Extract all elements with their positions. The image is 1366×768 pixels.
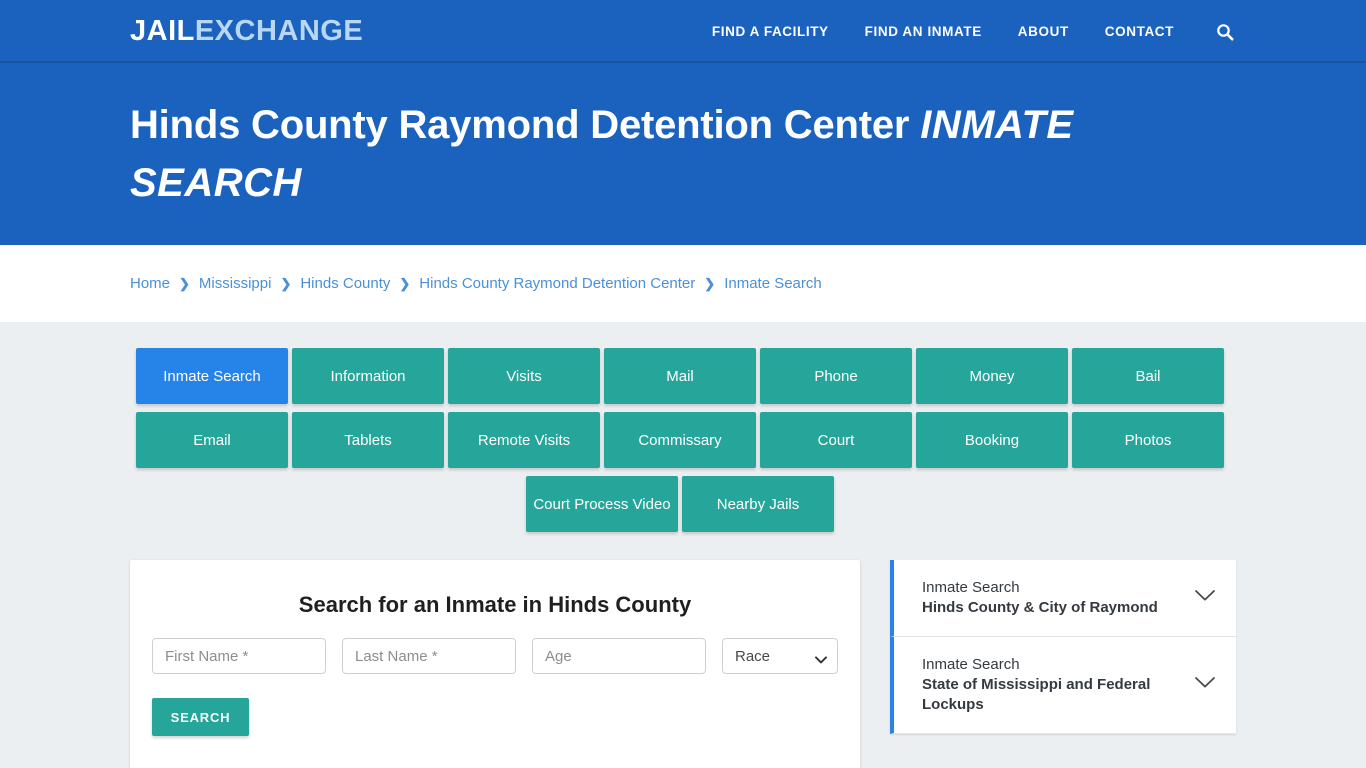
chevron-down-icon[interactable] — [1194, 676, 1216, 694]
tab-mail[interactable]: Mail — [604, 348, 756, 404]
tab-remote-visits[interactable]: Remote Visits — [448, 412, 600, 468]
nav-item-contact[interactable]: CONTACT — [1105, 24, 1174, 39]
first-name-input[interactable] — [152, 638, 326, 674]
inmate-search-card: Search for an Inmate in Hinds County SEA… — [130, 560, 860, 768]
last-name-input[interactable] — [342, 638, 516, 674]
form-fields-row — [152, 638, 838, 674]
accordion-label: Inmate Search State of Mississippi and F… — [922, 655, 1180, 715]
tab-photos[interactable]: Photos — [1072, 412, 1224, 468]
accordion-title: Inmate Search — [922, 579, 1020, 596]
tab-court-process-video[interactable]: Court Process Video — [526, 476, 678, 532]
nav-item-find-an-inmate[interactable]: FIND AN INMATE — [865, 24, 982, 39]
accordion-title: Inmate Search — [922, 655, 1020, 673]
tab-information[interactable]: Information — [292, 348, 444, 404]
page-title: Hinds County Raymond Detention Center In… — [130, 96, 1236, 212]
breadcrumb-item-facility[interactable]: Hinds County Raymond Detention Center — [419, 275, 695, 292]
race-select-wrapper — [722, 638, 838, 674]
page-hero: Hinds County Raymond Detention Center In… — [0, 63, 1366, 245]
breadcrumb-separator-icon: ❯ — [704, 276, 716, 291]
breadcrumb-separator-icon: ❯ — [399, 276, 411, 291]
breadcrumb-item-inmate-search[interactable]: Inmate Search — [724, 275, 822, 292]
logo-text-secondary: EXCHANGE — [194, 15, 364, 47]
sidebar: Inmate Search Hinds County & City of Ray… — [890, 560, 1236, 734]
tab-money[interactable]: Money — [916, 348, 1068, 404]
main-navigation: FIND A FACILITY FIND AN INMATE ABOUT CON… — [712, 21, 1236, 43]
accordion-item-state-search[interactable]: Inmate Search State of Mississippi and F… — [890, 636, 1236, 734]
breadcrumb-separator-icon: ❯ — [280, 276, 292, 291]
nav-item-find-a-facility[interactable]: FIND A FACILITY — [712, 24, 829, 39]
page-body: Inmate Search Information Visits Mail Ph… — [0, 322, 1366, 768]
breadcrumb: Home ❯ Mississippi ❯ Hinds County ❯ Hind… — [130, 275, 822, 292]
tab-booking[interactable]: Booking — [916, 412, 1068, 468]
tab-bail[interactable]: Bail — [1072, 348, 1224, 404]
site-logo[interactable]: JAILEXCHANGE — [130, 17, 363, 46]
tab-commissary[interactable]: Commissary — [604, 412, 756, 468]
breadcrumb-item-mississippi[interactable]: Mississippi — [199, 275, 272, 292]
search-icon[interactable] — [1214, 21, 1236, 43]
logo-text-primary: JAIL — [130, 15, 195, 47]
nav-item-about[interactable]: ABOUT — [1018, 24, 1069, 39]
content-area: Search for an Inmate in Hinds County SEA… — [130, 560, 1236, 768]
breadcrumb-item-home[interactable]: Home — [130, 275, 170, 292]
form-heading: Search for an Inmate in Hinds County — [298, 592, 692, 617]
accordion-item-county-search[interactable]: Inmate Search Hinds County & City of Ray… — [890, 560, 1236, 637]
page-title-main: Hinds County Raymond Detention Center — [130, 103, 910, 147]
accordion-subtitle: State of Mississippi and Federal Lockups — [922, 675, 1151, 713]
facility-tab-grid: Inmate Search Information Visits Mail Ph… — [130, 348, 1230, 532]
tab-nearby-jails[interactable]: Nearby Jails — [682, 476, 834, 532]
tab-visits[interactable]: Visits — [448, 348, 600, 404]
breadcrumb-bar: Home ❯ Mississippi ❯ Hinds County ❯ Hind… — [0, 245, 1366, 322]
chevron-down-icon[interactable] — [1194, 589, 1216, 607]
accordion-subtitle: Hinds County & City of Raymond — [922, 598, 1158, 616]
tab-tablets[interactable]: Tablets — [292, 412, 444, 468]
age-input[interactable] — [532, 638, 706, 674]
tab-email[interactable]: Email — [136, 412, 288, 468]
site-header: JAILEXCHANGE FIND A FACILITY FIND AN INM… — [0, 0, 1366, 63]
breadcrumb-separator-icon: ❯ — [179, 276, 190, 291]
accordion-label: Inmate Search Hinds County & City of Ray… — [922, 578, 1158, 618]
tab-court[interactable]: Court — [760, 412, 912, 468]
tab-inmate-search[interactable]: Inmate Search — [136, 348, 288, 404]
breadcrumb-item-hinds-county[interactable]: Hinds County — [300, 275, 390, 292]
search-button[interactable]: SEARCH — [152, 698, 249, 736]
tab-phone[interactable]: Phone — [760, 348, 912, 404]
race-select[interactable] — [722, 638, 838, 674]
